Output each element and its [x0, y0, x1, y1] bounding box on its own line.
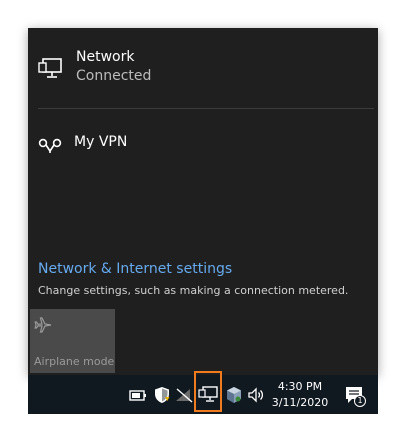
- airplane-mode-toggle[interactable]: Airplane mode: [30, 309, 115, 373]
- airplane-mode-label: Airplane mode: [34, 355, 115, 368]
- taskbar: 4:30 PM 3/11/2020 1: [28, 371, 378, 414]
- action-center-button[interactable]: 1: [344, 385, 366, 407]
- network-settings-description: Change settings, such as making a connec…: [38, 284, 349, 297]
- vpn-label: My VPN: [74, 134, 128, 150]
- network-pc-icon[interactable]: [198, 385, 218, 405]
- clock-time: 4:30 PM: [277, 380, 323, 393]
- wifi-off-icon[interactable]: [174, 385, 194, 405]
- vpn-connection-item[interactable]: My VPN: [28, 126, 378, 166]
- network-title: Network: [76, 49, 135, 65]
- network-pc-icon: [38, 58, 62, 78]
- package-icon[interactable]: [224, 385, 244, 405]
- battery-icon[interactable]: [128, 385, 148, 405]
- screenshot-frame: Network Connected My VPN Network & Inter…: [0, 0, 407, 442]
- security-shield-icon[interactable]: [152, 385, 172, 405]
- clock-date: 3/11/2020: [271, 396, 329, 409]
- airplane-icon: [34, 317, 52, 333]
- network-connection-item[interactable]: Network Connected: [28, 28, 378, 108]
- vpn-icon: [38, 138, 62, 153]
- network-flyout: Network Connected My VPN Network & Inter…: [28, 28, 378, 375]
- divider: [38, 108, 374, 109]
- volume-icon[interactable]: [246, 385, 266, 405]
- notification-count-badge: 1: [357, 396, 363, 405]
- network-status: Connected: [76, 68, 152, 84]
- network-settings-link[interactable]: Network & Internet settings: [38, 261, 232, 277]
- taskbar-clock[interactable]: 4:30 PM 3/11/2020: [268, 379, 332, 411]
